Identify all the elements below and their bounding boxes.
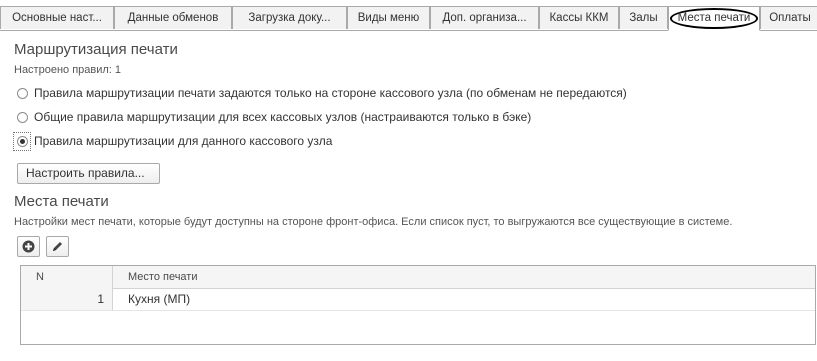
tab-bar: Основные наст... Данные обменов Загрузка…: [0, 0, 817, 31]
table-row[interactable]: 1 Кухня (МП): [21, 288, 815, 311]
tab-payments[interactable]: Оплаты: [760, 6, 817, 29]
column-header-n[interactable]: N: [21, 266, 113, 288]
tab-extra-organizations[interactable]: Доп. организа...: [430, 6, 539, 29]
rules-count-text: Настроено правил: 1: [14, 64, 122, 76]
radio-button-checked-icon[interactable]: [17, 136, 28, 147]
routing-section-title: Маршрутизация печати: [14, 41, 178, 58]
cell-place: Кухня (МП): [128, 292, 191, 306]
cell-n: 1: [21, 288, 113, 310]
radio-button-icon[interactable]: [17, 88, 28, 99]
tab-exchange-data[interactable]: Данные обменов: [114, 6, 232, 29]
tab-kkm-registers[interactable]: Кассы ККМ: [539, 6, 619, 29]
add-button[interactable]: [17, 236, 40, 257]
column-header-place[interactable]: Место печати: [113, 266, 815, 288]
tab-print-places[interactable]: Места печати: [668, 6, 760, 31]
tab-basic-settings[interactable]: Основные наст...: [0, 6, 114, 29]
tab-halls[interactable]: Залы: [619, 6, 668, 29]
radio-button-icon[interactable]: [17, 112, 28, 123]
print-places-description: Настройки мест печати, которые будут дос…: [14, 216, 733, 228]
pencil-icon: [53, 242, 62, 251]
print-places-section-title: Места печати: [14, 193, 109, 210]
configure-rules-button[interactable]: Настроить правила...: [17, 163, 160, 184]
tab-document-loading[interactable]: Загрузка доку...: [232, 6, 347, 29]
tab-menu-types[interactable]: Виды меню: [347, 6, 430, 29]
table-header: N Место печати: [21, 266, 815, 289]
plus-circle-icon: [22, 240, 35, 253]
print-places-table: N Место печати 1 Кухня (МП): [20, 265, 816, 345]
edit-button[interactable]: [46, 236, 69, 257]
